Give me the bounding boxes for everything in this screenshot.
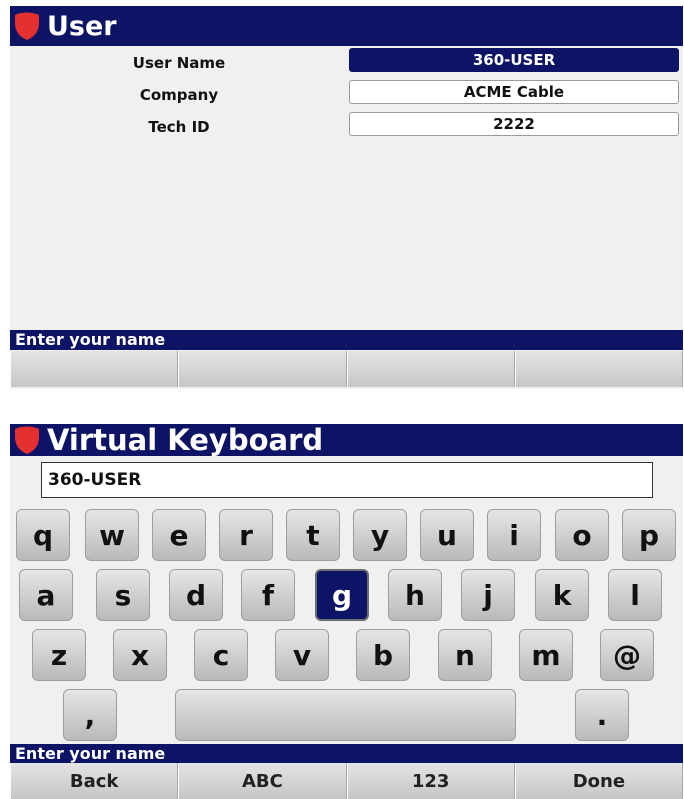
text-entry-field[interactable]: 360-USER [41,462,653,498]
key-s[interactable]: s [96,569,150,621]
key-d[interactable]: d [169,569,223,621]
key-u[interactable]: u [420,509,474,561]
softkey-3[interactable] [346,351,515,387]
softkey-4[interactable] [514,351,683,387]
key-j[interactable]: j [461,569,515,621]
page-title: Virtual Keyboard [47,423,324,457]
key-w[interactable]: w [85,509,139,561]
softkey-2[interactable] [178,351,347,387]
abc-button[interactable]: ABC [178,763,347,799]
key-i[interactable]: i [487,509,541,561]
page-title: User [47,10,117,42]
key-space[interactable] [175,689,516,741]
key-m[interactable]: m [519,629,573,681]
key-r[interactable]: r [219,509,273,561]
tech-id-field[interactable]: 2222 [349,112,679,136]
user-name-field[interactable]: 360-USER [349,48,679,72]
field-label-company: Company [139,86,219,104]
title-bar: Virtual Keyboard [10,423,683,457]
key-g[interactable]: g [315,569,369,621]
key-l[interactable]: l [608,569,662,621]
softkey-bar: Back ABC 123 Done [10,763,683,799]
key-k[interactable]: k [535,569,589,621]
key-p[interactable]: p [622,509,676,561]
softkey-bar [10,351,683,387]
key-f[interactable]: f [241,569,295,621]
hint-bar: Enter your name [10,744,683,763]
key-z[interactable]: z [32,629,86,681]
key-n[interactable]: n [438,629,492,681]
hint-bar: Enter your name [10,330,683,350]
key-y[interactable]: y [353,509,407,561]
field-label-user-name: User Name [132,54,226,72]
softkey-1[interactable] [10,351,179,387]
key-q[interactable]: q [16,509,70,561]
key-t[interactable]: t [286,509,340,561]
done-button[interactable]: Done [514,763,683,799]
key-e[interactable]: e [152,509,206,561]
key-period[interactable]: . [575,689,629,741]
shield-logo-icon [15,12,39,40]
shield-logo-icon [15,426,39,454]
key-a[interactable]: a [19,569,73,621]
company-field[interactable]: ACME Cable [349,80,679,104]
field-label-tech-id: Tech ID [148,118,210,136]
key-h[interactable]: h [388,569,442,621]
key-b[interactable]: b [356,629,410,681]
user-screen: User User Name 360-USER Company ACME Cab… [10,6,683,389]
key-x[interactable]: x [113,629,167,681]
key-o[interactable]: o [555,509,609,561]
key-v[interactable]: v [275,629,329,681]
numeric-button[interactable]: 123 [346,763,515,799]
title-bar: User [10,6,683,46]
back-button[interactable]: Back [10,763,179,799]
key-comma[interactable]: , [63,689,117,741]
key-at[interactable]: @ [600,629,654,681]
virtual-keyboard-screen: Virtual Keyboard 360-USER q w e r t y u … [10,423,683,799]
key-c[interactable]: c [194,629,248,681]
